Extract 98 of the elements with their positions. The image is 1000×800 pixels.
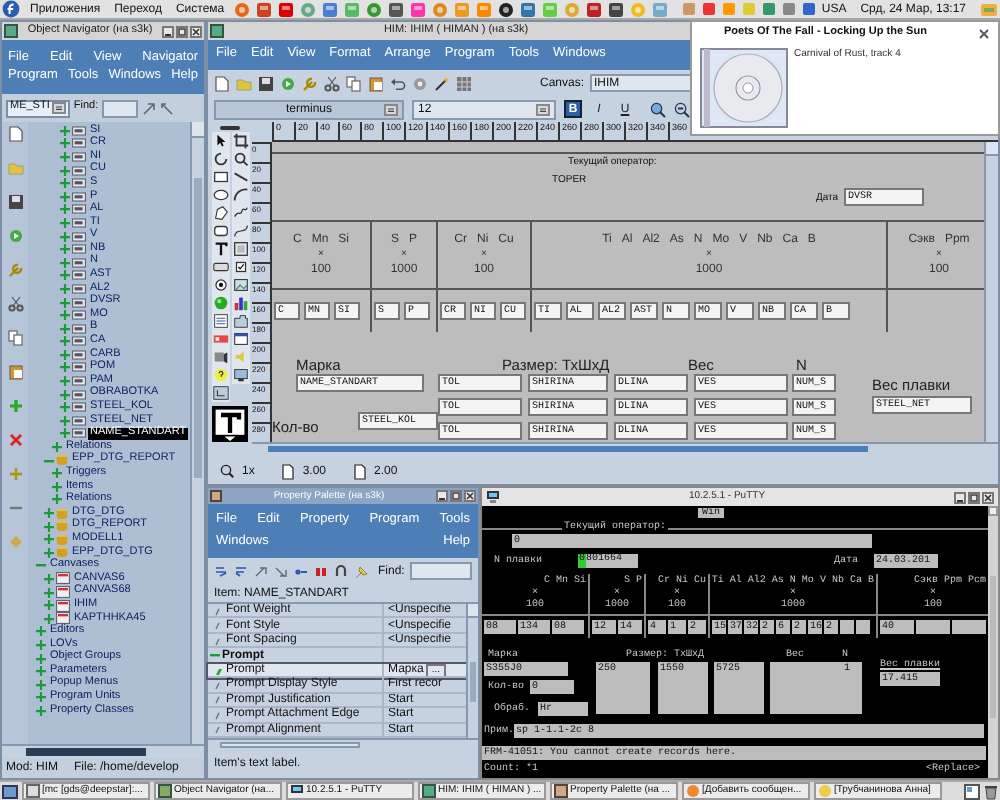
window-icon bbox=[210, 490, 222, 502]
vertical-scrollbar[interactable] bbox=[466, 604, 478, 738]
app-icon bbox=[554, 784, 568, 798]
maximize-button[interactable] bbox=[968, 491, 980, 503]
media-tool-icon[interactable] bbox=[211, 348, 229, 366]
find-field[interactable] bbox=[410, 562, 472, 580]
maximize-button[interactable] bbox=[176, 25, 188, 37]
minimize-button[interactable] bbox=[954, 491, 966, 503]
paste-icon[interactable] bbox=[368, 75, 384, 91]
document-icon bbox=[282, 463, 295, 479]
launcher-icon[interactable] bbox=[498, 1, 515, 17]
close-button[interactable] bbox=[190, 25, 202, 37]
zoom-in-icon[interactable] bbox=[650, 101, 666, 117]
wrench-icon[interactable] bbox=[302, 75, 318, 91]
window-tool-icon[interactable] bbox=[231, 330, 249, 348]
line-icon[interactable] bbox=[231, 168, 249, 186]
app-icon bbox=[290, 784, 304, 798]
list-tool-icon[interactable] bbox=[211, 312, 229, 330]
horizontal-scrollbar[interactable] bbox=[2, 744, 204, 758]
curve-icon[interactable] bbox=[231, 222, 249, 240]
window-icon bbox=[4, 24, 18, 38]
cd-cover-drawing bbox=[700, 48, 788, 128]
vertical-scrollbar[interactable] bbox=[984, 142, 998, 442]
image-tool-icon[interactable] bbox=[231, 276, 249, 294]
vertical-scrollbar[interactable] bbox=[190, 122, 204, 744]
rectangle-icon[interactable] bbox=[211, 168, 229, 186]
polygon-icon[interactable] bbox=[211, 204, 229, 222]
document-icon bbox=[354, 463, 367, 479]
copy-icon[interactable] bbox=[7, 330, 23, 346]
text-tool-icon[interactable] bbox=[212, 406, 248, 442]
arc-icon[interactable] bbox=[231, 186, 249, 204]
close-button[interactable] bbox=[982, 491, 994, 503]
close-icon[interactable] bbox=[978, 28, 990, 40]
app-icon bbox=[686, 784, 700, 798]
pointer-icon[interactable] bbox=[211, 132, 229, 150]
button-tool-icon[interactable] bbox=[211, 258, 229, 276]
paste-properties-icon[interactable] bbox=[274, 564, 288, 578]
cut-icon[interactable] bbox=[324, 75, 340, 91]
frame-icon[interactable] bbox=[231, 240, 249, 258]
app-icon bbox=[422, 784, 436, 798]
database-icon bbox=[56, 454, 68, 467]
trash-icon[interactable] bbox=[984, 783, 998, 799]
find-next-icon[interactable] bbox=[142, 101, 157, 115]
run-icon[interactable] bbox=[280, 75, 296, 91]
rounded-rectangle-icon[interactable] bbox=[211, 222, 229, 240]
magnify-icon[interactable] bbox=[231, 150, 249, 168]
magnet-icon[interactable] bbox=[334, 564, 348, 578]
terminal-field[interactable] bbox=[916, 620, 950, 634]
app-icon bbox=[158, 784, 172, 798]
hierarchy-icon[interactable] bbox=[211, 384, 229, 402]
crop-icon[interactable] bbox=[231, 132, 249, 150]
workspace-switcher-icon[interactable] bbox=[964, 783, 980, 799]
save-icon[interactable] bbox=[7, 194, 23, 210]
new-file-icon[interactable] bbox=[214, 75, 230, 91]
zoom-out-icon[interactable] bbox=[674, 101, 690, 117]
close-button[interactable] bbox=[464, 490, 476, 502]
window-icon bbox=[210, 24, 224, 38]
dropdown-caret-icon bbox=[51, 102, 66, 114]
terminal-field[interactable] bbox=[952, 620, 986, 634]
app-icon bbox=[818, 784, 832, 798]
distro-logo-icon bbox=[2, 0, 20, 18]
maximize-button[interactable] bbox=[450, 490, 462, 502]
copy-properties-icon[interactable] bbox=[254, 564, 268, 578]
dropdown-caret-icon bbox=[536, 103, 550, 115]
grid-icon[interactable] bbox=[456, 75, 472, 91]
bar-chart-icon[interactable] bbox=[231, 294, 249, 312]
tray-icon[interactable] bbox=[980, 1, 998, 17]
find-previous-icon[interactable] bbox=[160, 101, 175, 115]
run-icon[interactable] bbox=[7, 228, 23, 244]
save-icon[interactable] bbox=[258, 75, 274, 91]
new-file-icon[interactable] bbox=[7, 126, 23, 142]
ellipse-icon[interactable] bbox=[211, 186, 229, 204]
launcher-icon[interactable] bbox=[388, 1, 405, 17]
rotate-icon[interactable] bbox=[211, 150, 229, 168]
cut-icon[interactable] bbox=[7, 296, 23, 312]
minimize-button[interactable] bbox=[162, 25, 174, 37]
selected-property-icon bbox=[214, 665, 224, 675]
wand-icon[interactable] bbox=[434, 75, 450, 91]
dropdown-caret-icon bbox=[384, 103, 398, 115]
horizontal-scrollbar[interactable] bbox=[208, 738, 478, 750]
undo-icon[interactable] bbox=[390, 75, 406, 91]
tab-tool-icon[interactable] bbox=[231, 312, 249, 330]
paste-icon[interactable] bbox=[7, 364, 23, 380]
copy-icon[interactable] bbox=[346, 75, 362, 91]
checkbox-tool-icon[interactable] bbox=[231, 258, 249, 276]
show-desktop-icon[interactable] bbox=[2, 783, 18, 799]
radio-tool-icon[interactable] bbox=[211, 276, 229, 294]
freehand-icon[interactable] bbox=[231, 204, 249, 222]
help-tool-icon[interactable] bbox=[211, 366, 229, 384]
text-tool-icon[interactable] bbox=[211, 240, 229, 258]
find-field[interactable] bbox=[102, 99, 139, 117]
palette-handle[interactable] bbox=[220, 126, 240, 130]
horizontal-scrollbar[interactable] bbox=[252, 442, 998, 454]
display-tool-icon[interactable] bbox=[231, 366, 249, 384]
delete-icon[interactable] bbox=[7, 432, 23, 448]
minimize-button[interactable] bbox=[436, 490, 448, 502]
launcher-icon[interactable] bbox=[608, 1, 625, 17]
zoom-icon bbox=[220, 464, 234, 478]
